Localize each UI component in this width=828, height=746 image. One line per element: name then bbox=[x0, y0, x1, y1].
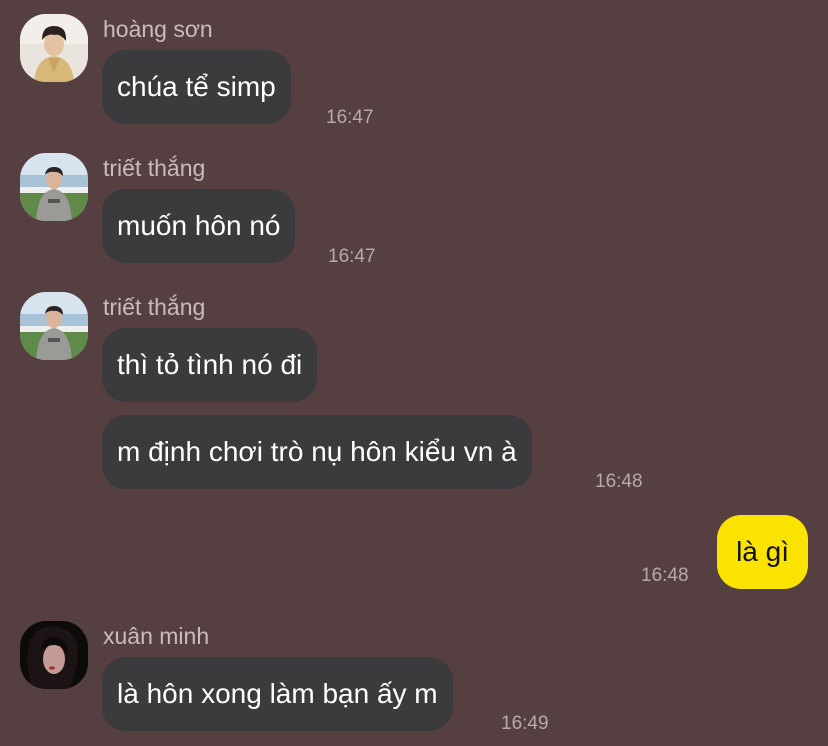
message-bubble[interactable]: muốn hôn nó bbox=[102, 189, 296, 263]
sender-name: xuân minh bbox=[103, 623, 210, 649]
sender-name: triết thắng bbox=[103, 155, 206, 181]
message-time: 16:48 bbox=[641, 565, 689, 586]
message-time: 16:48 bbox=[595, 471, 643, 492]
message-bubble[interactable]: chúa tể simp bbox=[102, 50, 291, 124]
message-time: 16:47 bbox=[326, 107, 374, 128]
message-bubble[interactable]: thì tỏ tình nó đi bbox=[102, 328, 318, 402]
avatar-xuan-minh-image bbox=[20, 621, 88, 689]
avatar-hoang-son-image bbox=[20, 14, 88, 82]
message-time: 16:47 bbox=[328, 246, 376, 267]
avatar-hoang-son[interactable] bbox=[20, 14, 88, 82]
message-bubble[interactable]: là hôn xong làm bạn ấy m bbox=[102, 657, 453, 731]
avatar-triet-thang[interactable] bbox=[20, 153, 88, 221]
sender-name: triết thắng bbox=[103, 294, 206, 320]
message-bubble[interactable]: m định chơi trò nụ hôn kiểu vn à bbox=[102, 415, 532, 489]
message-time: 16:49 bbox=[501, 713, 549, 734]
avatar-triet-thang-image bbox=[20, 153, 88, 221]
outgoing-message-bubble[interactable]: là gì bbox=[717, 515, 808, 589]
avatar-triet-thang-image bbox=[20, 292, 88, 360]
sender-name: hoàng sơn bbox=[103, 16, 213, 42]
avatar-triet-thang[interactable] bbox=[20, 292, 88, 360]
avatar-xuan-minh[interactable] bbox=[20, 621, 88, 689]
